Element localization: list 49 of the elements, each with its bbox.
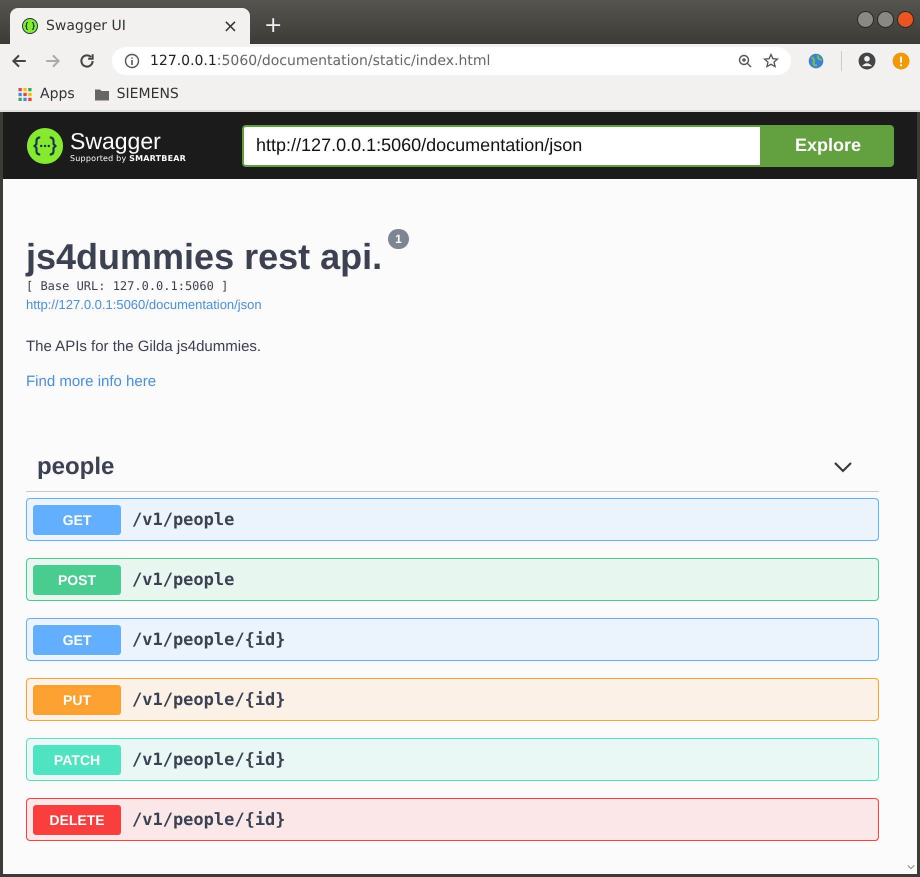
star-icon[interactable] xyxy=(763,53,779,69)
back-icon[interactable] xyxy=(10,52,28,70)
bookmark-item[interactable]: SIEMENS xyxy=(94,86,179,102)
maximize-button[interactable] xyxy=(877,11,894,28)
close-tab-button[interactable]: × xyxy=(222,16,238,36)
profile-icon[interactable] xyxy=(858,52,876,70)
operation-path: /v1/people/{id} xyxy=(132,810,286,830)
close-button[interactable] xyxy=(897,11,914,28)
method-badge: PUT xyxy=(33,684,121,714)
method-badge: PATCH xyxy=(33,744,121,774)
operation-row[interactable]: GET /v1/people xyxy=(26,498,879,541)
section-title: people xyxy=(37,453,114,481)
swagger-logo-icon xyxy=(22,18,38,34)
minimize-button[interactable] xyxy=(857,11,874,28)
operation-path: /v1/people/{id} xyxy=(132,690,286,710)
section-header[interactable]: people xyxy=(26,447,879,492)
scroll-down-icon[interactable] xyxy=(907,864,915,870)
method-badge: DELETE xyxy=(33,804,121,834)
api-title: js4dummies rest api. xyxy=(26,237,382,277)
address-bar[interactable]: 127.0.0.1:5060/documentation/static/index.html xyxy=(112,47,791,75)
url-field[interactable]: http://127.0.0.1:5060/documentation/json xyxy=(242,124,762,166)
reload-icon[interactable] xyxy=(78,52,96,70)
operation-path: /v1/people xyxy=(132,570,234,590)
tab-title: Swagger UI xyxy=(46,18,127,34)
operation-row[interactable]: DELETE /v1/people/{id} xyxy=(26,798,879,841)
method-badge: GET xyxy=(33,504,121,534)
bookmark-item[interactable]: Apps xyxy=(18,86,75,102)
operation-row[interactable]: GET /v1/people/{id} xyxy=(26,618,879,661)
new-tab-button[interactable]: + xyxy=(264,13,282,38)
zoom-icon[interactable] xyxy=(737,53,753,69)
swagger-logo-icon xyxy=(26,126,64,164)
method-badge: POST xyxy=(33,564,121,594)
operation-row[interactable]: PUT /v1/people/{id} xyxy=(26,678,879,721)
globe-icon[interactable] xyxy=(807,52,825,70)
base-url: [ Base URL: 127.0.0.1:5060 ] xyxy=(26,279,230,293)
browser-tab[interactable]: Swagger UI × xyxy=(10,8,250,44)
logo-text: Swagger xyxy=(70,128,162,154)
apps-grid-icon xyxy=(18,88,32,100)
logo-subtitle: Supported by SMARTBEAR xyxy=(70,154,186,163)
api-description: The APIs for the Gilda js4dummies. xyxy=(26,338,262,355)
version-badge: 1 xyxy=(388,229,409,249)
operation-path: /v1/people/{id} xyxy=(132,750,286,770)
operation-row[interactable]: PATCH /v1/people/{id} xyxy=(26,738,879,781)
info-icon[interactable] xyxy=(124,53,140,69)
operation-row[interactable]: POST /v1/people xyxy=(26,558,879,601)
folder-icon xyxy=(94,88,109,100)
operation-path: /v1/people/{id} xyxy=(132,630,286,650)
method-badge: GET xyxy=(33,624,121,654)
operation-path: /v1/people xyxy=(132,510,234,530)
